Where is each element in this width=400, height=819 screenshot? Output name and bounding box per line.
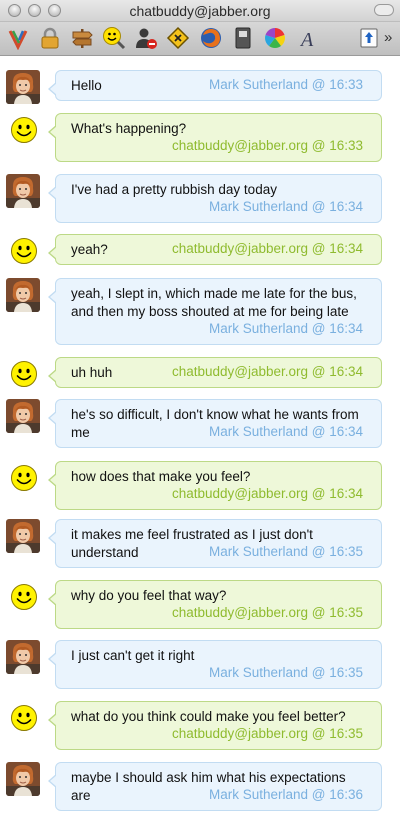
font-icon[interactable]: A [296, 26, 320, 50]
message-text: yeah, I slept in, which made me late for… [71, 286, 357, 319]
message-meta: Mark Sutherland @ 16:36 [208, 787, 363, 802]
avatar [6, 399, 40, 433]
message-meta: chatbuddy@jabber.org @ 16:33 [171, 138, 363, 153]
smiley-icon [10, 464, 38, 492]
message-bubble: it makes me feel frustrated as I just do… [48, 519, 382, 568]
bubble-tail [48, 369, 57, 383]
bubble-tail [48, 186, 57, 200]
avatar [6, 174, 40, 208]
notebook-icon[interactable] [231, 26, 255, 50]
message-bubble: Hello Mark Sutherland @ 16:33 [48, 70, 382, 101]
bubble-tail [48, 82, 57, 96]
message-text: why do you feel that way? [71, 588, 227, 603]
message-meta: Mark Sutherland @ 16:35 [208, 665, 363, 680]
toolbar: A » [0, 22, 400, 56]
bubble-tail [48, 592, 57, 606]
message-meta: Mark Sutherland @ 16:35 [208, 544, 363, 559]
firefox-icon[interactable] [199, 26, 223, 50]
signpost-icon[interactable] [70, 26, 94, 50]
message-text: how does that make you feel? [71, 469, 251, 484]
bubble-tail [48, 411, 57, 425]
user-block-icon[interactable] [134, 26, 158, 50]
bubble-tail [48, 473, 57, 487]
message-meta: chatbuddy@jabber.org @ 16:34 [171, 486, 363, 501]
smiley-icon [10, 116, 38, 144]
title-bar: chatbuddy@jabber.org [0, 0, 400, 22]
window-title: chatbuddy@jabber.org [129, 3, 271, 19]
smiley-icon [10, 583, 38, 611]
message-text: I've had a pretty rubbish day today [71, 182, 277, 197]
search-smiley-icon[interactable] [102, 26, 126, 50]
chat-transcript: Hello Mark Sutherland @ 16:33 What's happe… [0, 57, 400, 819]
avatar [6, 519, 40, 553]
message-meta: Mark Sutherland @ 16:34 [208, 199, 363, 214]
message-bubble: I've had a pretty rubbish day today Mark … [48, 174, 382, 223]
avatar [6, 70, 40, 104]
toolbar-overflow-button[interactable]: » [384, 29, 392, 46]
bubble-tail [48, 125, 57, 139]
smiley-icon [10, 704, 38, 732]
message-bubble: uh huh chatbuddy@jabber.org @ 16:34 [48, 357, 382, 388]
bubble-tail [48, 652, 57, 666]
message-text: I just can't get it right [71, 648, 195, 663]
smiley-icon [10, 237, 38, 265]
warning-icon[interactable] [166, 26, 190, 50]
chat-window: chatbuddy@jabber.org A » Hello Mark Suth… [0, 0, 400, 819]
message-bubble: yeah? chatbuddy@jabber.org @ 16:34 [48, 234, 382, 265]
message-text: What's happening? [71, 121, 187, 136]
message-meta: chatbuddy@jabber.org @ 16:34 [171, 241, 363, 256]
bubble-tail [48, 713, 57, 727]
message-bubble: maybe I should ask him what his expectat… [48, 762, 382, 811]
avatar [6, 762, 40, 796]
pencil-icon[interactable] [7, 26, 31, 50]
svg-text:A: A [299, 29, 314, 50]
message-bubble: yeah, I slept in, which made me late for… [48, 278, 382, 345]
message-bubble: I just can't get it right Mark Sutherland… [48, 640, 382, 689]
bubble-tail [48, 531, 57, 545]
avatar [6, 640, 40, 674]
bubble-tail [48, 246, 57, 260]
smiley-icon [10, 360, 38, 388]
message-bubble: why do you feel that way? chatbuddy@jabbe… [48, 580, 382, 629]
message-meta: Mark Sutherland @ 16:34 [208, 424, 363, 439]
message-text: what do you think could make you feel be… [71, 709, 346, 724]
toolbar-toggle-button[interactable] [374, 4, 394, 16]
message-meta: chatbuddy@jabber.org @ 16:34 [171, 364, 363, 379]
message-bubble: What's happening? chatbuddy@jabber.org @ … [48, 113, 382, 162]
color-wheel-icon[interactable] [263, 26, 287, 50]
message-meta: chatbuddy@jabber.org @ 16:35 [171, 726, 363, 741]
message-bubble: how does that make you feel? chatbuddy@ja… [48, 461, 382, 510]
lock-icon[interactable] [38, 26, 62, 50]
bubble-tail [48, 290, 57, 304]
message-meta: chatbuddy@jabber.org @ 16:35 [171, 605, 363, 620]
send-file-icon[interactable] [357, 26, 381, 50]
message-meta: Mark Sutherland @ 16:34 [208, 321, 363, 336]
message-meta: Mark Sutherland @ 16:33 [208, 77, 363, 92]
bubble-tail [48, 774, 57, 788]
avatar [6, 278, 40, 312]
message-bubble: he's so difficult, I don't know what he … [48, 399, 382, 448]
message-bubble: what do you think could make you feel be… [48, 701, 382, 750]
